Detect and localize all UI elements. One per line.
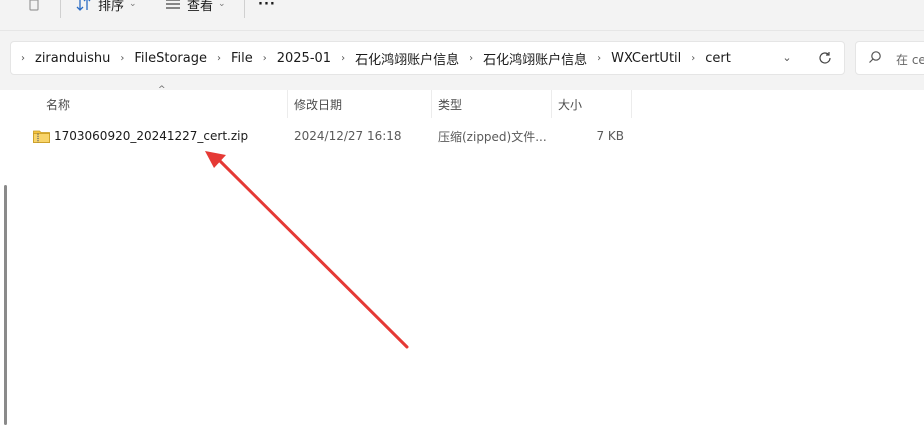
search-placeholder: 在 ce — [896, 53, 924, 67]
trash-icon — [29, 0, 39, 11]
view-label: 查看 — [187, 0, 214, 14]
chevron-down-icon: ⌄ — [129, 0, 137, 9]
breadcrumb-item[interactable]: File — [231, 51, 253, 66]
address-bar[interactable]: › ziranduishu › FileStorage › File › 202… — [10, 41, 845, 75]
annotation-arrow-shaft — [217, 158, 409, 349]
breadcrumb-item[interactable]: FileStorage — [134, 51, 207, 66]
column-divider[interactable] — [431, 90, 432, 118]
breadcrumb: › ziranduishu › FileStorage › File › 202… — [11, 42, 731, 74]
column-header-size[interactable]: 大小 — [558, 90, 630, 118]
annotation-arrow-head — [205, 151, 226, 168]
column-divider[interactable] — [631, 90, 632, 118]
more-options-button[interactable]: ··· — [258, 0, 276, 14]
breadcrumb-item[interactable]: ziranduishu — [35, 51, 110, 66]
more-icon: ··· — [258, 0, 276, 12]
chevron-right-icon[interactable]: › — [597, 53, 601, 64]
view-list-icon — [166, 0, 180, 9]
refresh-icon — [819, 52, 831, 64]
chevron-right-icon[interactable]: › — [263, 53, 267, 64]
history-dropdown-button[interactable]: ⌄ — [779, 49, 795, 65]
column-divider[interactable] — [551, 90, 552, 118]
delete-button[interactable] — [26, 0, 42, 14]
chevron-right-icon[interactable]: › — [217, 53, 221, 64]
toolbar-divider — [60, 0, 61, 18]
address-bar-row: › ziranduishu › FileStorage › File › 202… — [0, 31, 924, 91]
navigation-pane-scrollbar[interactable] — [4, 185, 7, 425]
column-name-label: 名称 — [46, 97, 71, 112]
chevron-down-icon: ⌄ — [218, 0, 226, 9]
file-row[interactable]: 1703060920_20241227_cert.zip 2024/12/27 … — [28, 125, 632, 147]
chevron-right-icon[interactable]: › — [469, 53, 473, 64]
chevron-right-icon[interactable]: › — [691, 53, 695, 64]
column-type-label: 类型 — [438, 97, 463, 112]
chevron-down-icon: ⌄ — [782, 50, 792, 64]
breadcrumb-item[interactable]: 2025-01 — [277, 51, 331, 66]
search-icon — [869, 51, 881, 63]
chevron-right-icon[interactable]: › — [341, 53, 345, 64]
sort-button[interactable]: 排序 ⌄ — [76, 0, 137, 14]
file-modified: 2024/12/27 16:18 — [294, 129, 402, 143]
sort-icon — [76, 0, 91, 11]
file-type: 压缩(zipped)文件... — [438, 129, 547, 144]
breadcrumb-item[interactable]: 石化鸿翊账户信息 — [355, 49, 459, 68]
column-header-type[interactable]: 类型 — [438, 90, 550, 118]
toolbar-divider — [244, 0, 245, 18]
file-name[interactable]: 1703060920_20241227_cert.zip — [54, 125, 284, 147]
column-size-label: 大小 — [558, 97, 583, 112]
file-list-header: ^ 名称 修改日期 类型 大小 — [0, 85, 924, 118]
column-header-modified[interactable]: 修改日期 — [294, 90, 430, 118]
zip-folder-icon — [33, 125, 51, 147]
breadcrumb-item[interactable]: WXCertUtil — [611, 51, 681, 66]
breadcrumb-item[interactable]: 石化鸿翊账户信息 — [483, 49, 587, 68]
command-bar: 排序 ⌄ 查看 ⌄ ··· — [0, 0, 924, 31]
column-modified-label: 修改日期 — [294, 97, 343, 112]
file-size: 7 KB — [596, 129, 624, 143]
column-header-name[interactable]: 名称 — [46, 90, 286, 118]
chevron-right-icon: › — [21, 52, 25, 64]
chevron-right-icon[interactable]: › — [120, 53, 124, 64]
column-divider[interactable] — [287, 90, 288, 118]
refresh-button[interactable] — [815, 48, 835, 68]
search-box[interactable]: 在 ce — [855, 41, 924, 75]
sort-label: 排序 — [98, 0, 125, 14]
view-button[interactable]: 查看 ⌄ — [165, 0, 226, 14]
breadcrumb-item-current[interactable]: cert — [705, 51, 731, 66]
